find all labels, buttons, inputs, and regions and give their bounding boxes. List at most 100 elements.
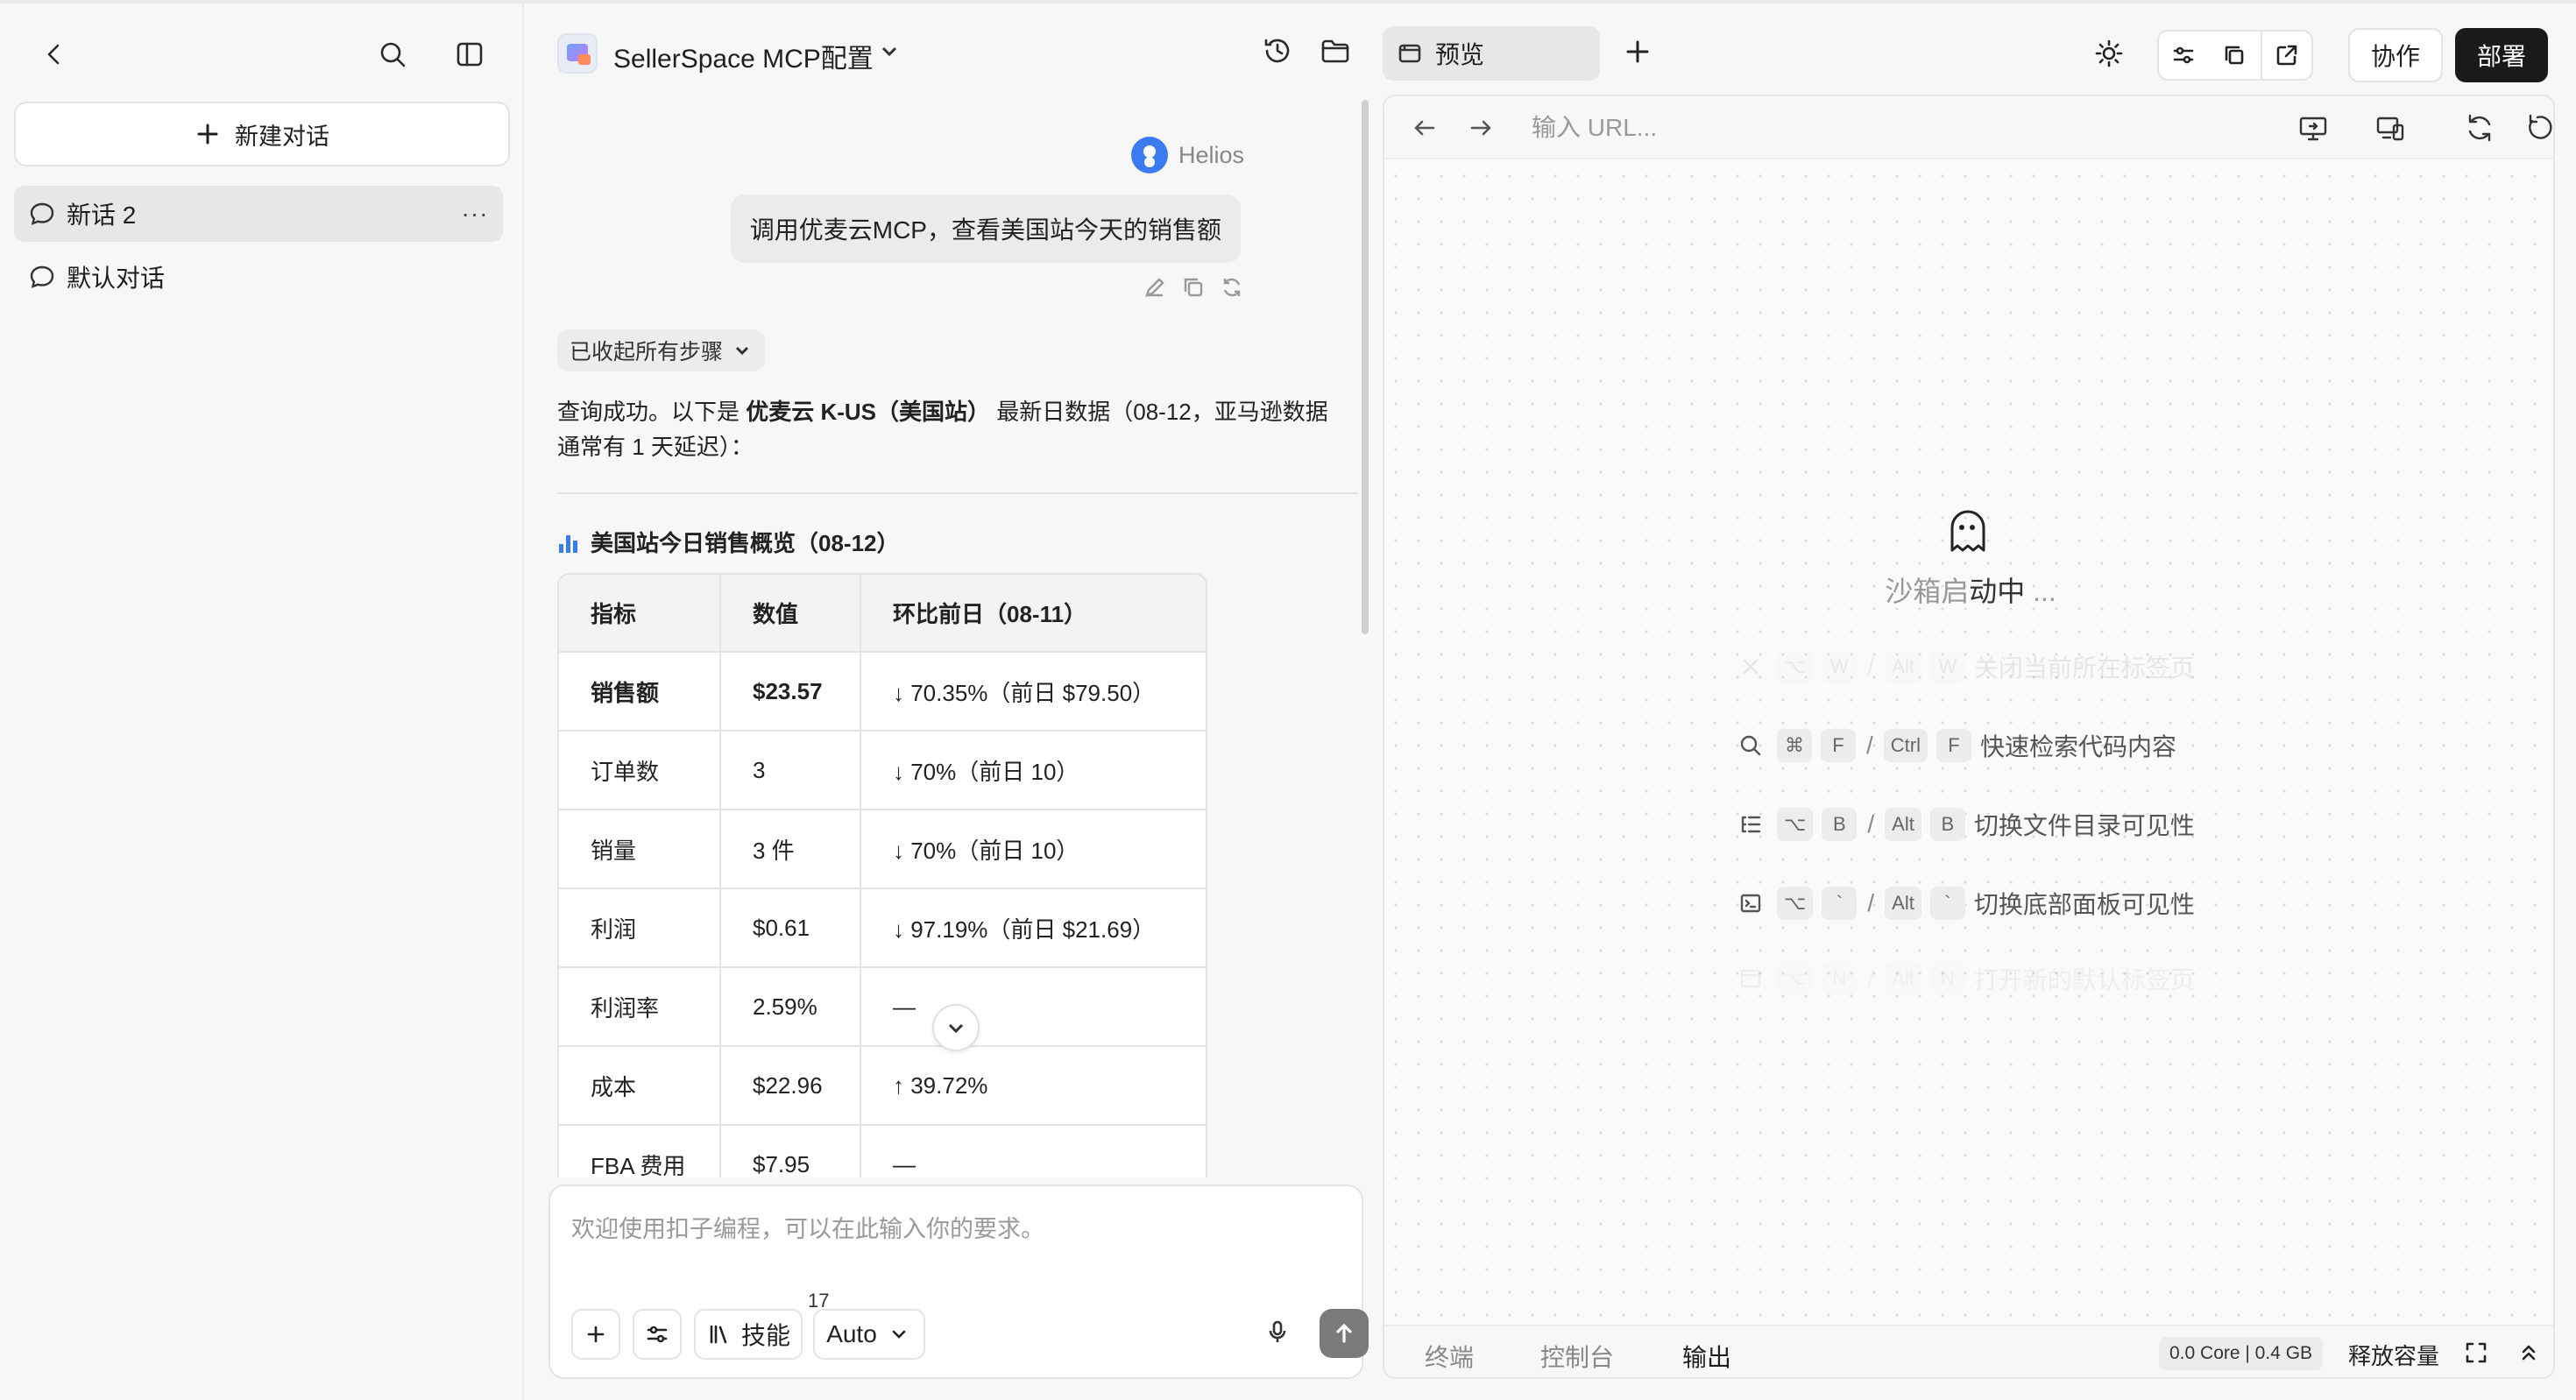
tab-console[interactable]: 控制台 bbox=[1540, 1339, 1614, 1374]
url-input[interactable] bbox=[1532, 109, 2022, 147]
new-tab-icon bbox=[1733, 961, 1768, 996]
tab-output[interactable]: 输出 bbox=[1682, 1339, 1731, 1374]
separator: / bbox=[1866, 732, 1873, 759]
chevron-down-icon[interactable] bbox=[876, 39, 902, 65]
microphone-icon[interactable] bbox=[1263, 1318, 1295, 1349]
table-cell: $7.95 bbox=[720, 1125, 861, 1177]
collapse-steps-label: 已收起所有步骤 bbox=[570, 340, 724, 364]
separator: / bbox=[1867, 653, 1875, 680]
responsive-view-icon[interactable] bbox=[2374, 112, 2410, 147]
table-row: 利润 $0.61 ↓ 97.19%（前日 $21.69） bbox=[559, 888, 1206, 968]
chevron-down-icon bbox=[735, 346, 749, 356]
key: ⌥ bbox=[1777, 962, 1814, 995]
tab-preview[interactable]: 预览 bbox=[1383, 26, 1600, 81]
search-icon bbox=[1733, 728, 1768, 763]
close-icon bbox=[1733, 649, 1768, 684]
release-capacity-button[interactable]: 释放容量 bbox=[2348, 1339, 2439, 1371]
copy-icon[interactable] bbox=[1181, 275, 1206, 300]
arrow-left-icon[interactable] bbox=[1411, 114, 1442, 145]
edit-icon[interactable] bbox=[1143, 275, 1167, 300]
project-title[interactable]: SellerSpace MCP配置 bbox=[613, 37, 874, 75]
collaborate-button[interactable]: 协作 bbox=[2348, 28, 2443, 82]
answer-paragraph: 查询成功。以下是 优麦云 K-US（美国站） 最新日数据（08-12，亚马逊数据… bbox=[557, 394, 1346, 464]
skills-label: 技能 bbox=[740, 1322, 790, 1349]
table-cell: $0.61 bbox=[720, 888, 861, 968]
conversation-item-active[interactable]: 新话 2 ··· bbox=[14, 186, 503, 242]
scrollbar[interactable] bbox=[1362, 100, 1369, 634]
loading-strong: 动中 bbox=[1969, 576, 2026, 607]
refresh-icon[interactable] bbox=[2464, 112, 2499, 147]
key: W bbox=[1822, 650, 1858, 683]
answer-highlight: 优麦云 K-US（美国站） bbox=[746, 399, 991, 425]
copy-icon[interactable] bbox=[2208, 30, 2261, 81]
external-link-icon[interactable] bbox=[2261, 30, 2313, 81]
shortcut-hint: ⌥ N / Alt N 打开新的默认标签页 bbox=[1733, 958, 2195, 999]
arrow-right-icon[interactable] bbox=[1467, 114, 1498, 145]
sliders-icon bbox=[647, 1326, 668, 1343]
new-chat-label: 新建对话 bbox=[235, 123, 329, 150]
prompt-input[interactable] bbox=[571, 1207, 1342, 1251]
table-cell: FBA 费用 bbox=[559, 1125, 721, 1177]
sidebar: 新建对话 新话 2 ··· 默认对话 bbox=[0, 4, 524, 1400]
sidebar-toolbar bbox=[0, 30, 524, 79]
table-header-row: 指标 数值 环比前日（08-11） bbox=[559, 575, 1206, 653]
back-icon[interactable] bbox=[30, 30, 79, 79]
project-icon bbox=[557, 33, 598, 74]
preview-canvas: 沙箱启动中 ... ⌥ W / Alt W 关闭当前所在标签页 ⌘ F / Ct… bbox=[1383, 95, 2555, 1379]
chat-header: SellerSpace MCP配置 bbox=[526, 4, 1381, 100]
shortcut-hint: ⌥ W / Alt W 关闭当前所在标签页 bbox=[1733, 647, 2195, 687]
conversation-label: 默认对话 bbox=[67, 265, 166, 292]
sliders-icon[interactable] bbox=[2157, 30, 2210, 81]
sidebar-toggle-icon[interactable] bbox=[445, 30, 494, 79]
collapse-steps-button[interactable]: 已收起所有步骤 bbox=[557, 329, 766, 371]
chat-bubble-icon bbox=[30, 265, 54, 288]
shortcut-hint: ⌘ F / Ctrl F 快速检索代码内容 bbox=[1733, 725, 2176, 766]
shortcut-label: 关闭当前所在标签页 bbox=[1973, 654, 2195, 682]
add-tab-icon[interactable] bbox=[1621, 35, 1658, 72]
theme-toggle-icon[interactable] bbox=[2092, 37, 2131, 75]
url-bar bbox=[1384, 96, 2553, 159]
skills-button[interactable]: 技能 bbox=[694, 1309, 803, 1360]
key: F bbox=[1821, 729, 1856, 762]
history-icon[interactable] bbox=[1262, 35, 1297, 70]
tab-terminal[interactable]: 终端 bbox=[1425, 1339, 1474, 1374]
rotate-icon[interactable] bbox=[2525, 112, 2553, 147]
table-cell: 3 件 bbox=[720, 810, 861, 889]
folder-icon[interactable] bbox=[1320, 35, 1355, 70]
shortcut-label: 快速检索代码内容 bbox=[1980, 733, 2177, 760]
arrow-up-icon bbox=[1336, 1323, 1352, 1343]
chevrons-up-icon[interactable] bbox=[2516, 1340, 2544, 1368]
tab-label: 预览 bbox=[1435, 41, 1485, 68]
regenerate-icon[interactable] bbox=[1220, 275, 1244, 300]
table-row: 订单数 3 ↓ 70%（前日 10） bbox=[559, 731, 1206, 810]
desktop-view-icon[interactable] bbox=[2297, 112, 2332, 147]
deploy-button[interactable]: 部署 bbox=[2455, 28, 2548, 82]
conversation-item[interactable]: 默认对话 bbox=[14, 249, 503, 305]
table-cell: 销售额 bbox=[559, 652, 721, 732]
search-icon[interactable] bbox=[368, 30, 417, 79]
key: ⌥ bbox=[1777, 887, 1814, 920]
key: Alt bbox=[1885, 650, 1921, 683]
more-options-icon[interactable]: ··· bbox=[459, 198, 491, 230]
composer: 17 技能 Auto bbox=[548, 1184, 1369, 1379]
ghost-icon bbox=[1947, 508, 1991, 555]
key: W bbox=[1929, 650, 1965, 683]
table-cell: 2.59% bbox=[720, 967, 861, 1047]
key: ⌥ bbox=[1777, 650, 1814, 683]
settings-button[interactable] bbox=[633, 1309, 682, 1360]
mode-select[interactable]: Auto bbox=[813, 1309, 925, 1360]
new-chat-button[interactable]: 新建对话 bbox=[14, 102, 510, 166]
table-row: 销售额 $23.57 ↓ 70.35%（前日 $79.50） bbox=[559, 652, 1206, 732]
table-cell: ↓ 70.35%（前日 $79.50） bbox=[860, 652, 1206, 732]
key: Ctrl bbox=[1883, 729, 1928, 762]
table-row: 成本 $22.96 ↑ 39.72% bbox=[559, 1046, 1206, 1126]
attach-button[interactable] bbox=[571, 1309, 620, 1360]
key: Alt bbox=[1885, 887, 1921, 920]
resource-usage-badge: 0.0 Core | 0.4 GB bbox=[2159, 1337, 2324, 1370]
separator: / bbox=[1867, 810, 1875, 838]
send-button[interactable] bbox=[1320, 1309, 1369, 1358]
shortcut-hint: ⌥ ` / Alt ` 切换底部面板可见性 bbox=[1733, 883, 2195, 923]
fullscreen-icon[interactable] bbox=[2464, 1340, 2492, 1368]
table-header: 环比前日（08-11） bbox=[860, 575, 1206, 653]
scroll-to-bottom-button[interactable] bbox=[932, 1004, 980, 1051]
